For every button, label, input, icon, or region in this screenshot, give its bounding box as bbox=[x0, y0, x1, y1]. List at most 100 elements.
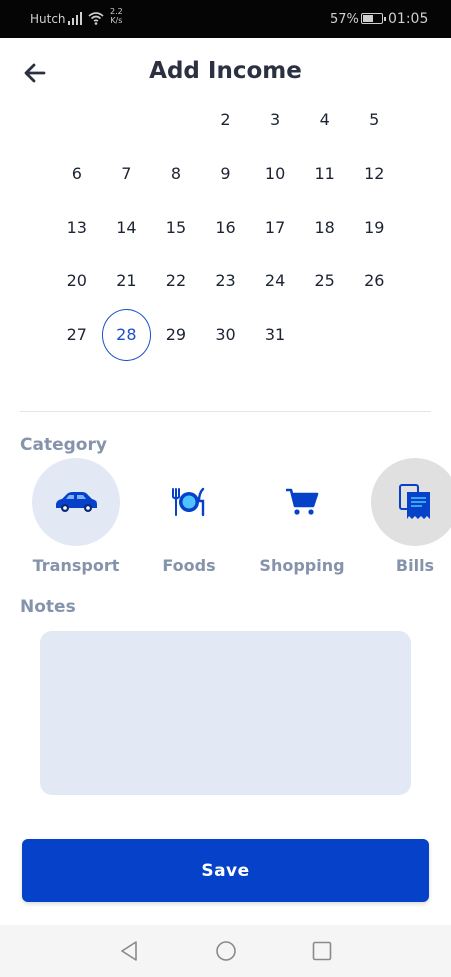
calendar-day-number: 11 bbox=[314, 164, 335, 184]
calendar-day[interactable]: 18 bbox=[300, 200, 350, 254]
calendar-day-number: 7 bbox=[121, 164, 132, 184]
category-transport[interactable]: Transport bbox=[16, 458, 136, 575]
category-bills[interactable]: Bills bbox=[355, 458, 451, 575]
calendar-day[interactable]: 4 bbox=[300, 93, 350, 147]
square-recents-icon[interactable] bbox=[310, 939, 334, 963]
calendar-day[interactable]: 11 bbox=[300, 147, 350, 201]
calendar-empty-cell bbox=[300, 308, 350, 362]
circle-home-icon[interactable] bbox=[214, 939, 238, 963]
calendar-day[interactable]: 30 bbox=[201, 308, 251, 362]
calendar-day-number: 1 bbox=[170, 109, 182, 129]
calendar-week-row: 20 21 22 23 24 25 26 bbox=[52, 254, 399, 308]
category-list: Transport Foods Shopping Bills bbox=[0, 458, 451, 578]
calendar-day[interactable]: 16 bbox=[201, 200, 251, 254]
calendar-week-row: 6 7 8 9 10 11 12 bbox=[52, 147, 399, 201]
calendar-day[interactable]: 19 bbox=[349, 200, 399, 254]
calendar-week-row: 27 28 29 30 31 bbox=[52, 308, 399, 362]
category-shopping[interactable]: Shopping bbox=[242, 458, 362, 575]
calendar-day-number: 12 bbox=[364, 164, 385, 184]
category-bills-circle bbox=[371, 458, 451, 546]
calendar-day-number: 28 bbox=[101, 308, 152, 361]
calendar-day[interactable]: 2 bbox=[201, 93, 251, 147]
network-speed-value: 2.2 bbox=[110, 7, 123, 16]
calendar-day-number: 22 bbox=[165, 271, 187, 291]
shopping-cart-icon bbox=[286, 488, 319, 515]
calendar-day[interactable]: 15 bbox=[151, 200, 201, 254]
calendar-day-number: 2 bbox=[220, 110, 231, 130]
calendar-day[interactable]: 7 bbox=[102, 147, 152, 201]
calendar-day-number: 27 bbox=[66, 325, 87, 345]
calendar-day-number: 6 bbox=[71, 164, 82, 184]
calendar-day[interactable]: 3 bbox=[250, 93, 300, 147]
calendar-day[interactable]: 25 bbox=[300, 254, 350, 308]
page-title: Add Income bbox=[149, 58, 302, 84]
calendar-day[interactable]: 10 bbox=[250, 147, 300, 201]
calendar-day-number: 9 bbox=[220, 164, 231, 184]
battery-icon bbox=[361, 13, 386, 24]
category-label: Category bbox=[20, 435, 107, 455]
calendar-day[interactable]: 31 bbox=[250, 308, 300, 362]
category-foods[interactable]: Foods bbox=[129, 458, 249, 575]
calendar-empty-cell bbox=[102, 93, 152, 147]
carrier-name: Hutch bbox=[30, 12, 66, 26]
calendar-day-number: 3 bbox=[270, 110, 281, 130]
plate-cutlery-icon bbox=[172, 487, 205, 517]
triangle-back-icon[interactable] bbox=[117, 939, 141, 963]
calendar-day[interactable]: 26 bbox=[349, 254, 399, 308]
notes-label: Notes bbox=[20, 597, 76, 617]
notes-input[interactable] bbox=[40, 631, 411, 795]
calendar-day[interactable]: 12 bbox=[349, 147, 399, 201]
calendar-empty-cell bbox=[52, 93, 102, 147]
network-speed: 2.2 K/s bbox=[110, 7, 123, 25]
calendar-day-number: 17 bbox=[264, 217, 286, 237]
calendar-day-number: 25 bbox=[314, 271, 335, 291]
status-bar: Hutch 2.2 K/s 57% 01:05 bbox=[0, 0, 451, 38]
calendar-day-number: 10 bbox=[264, 164, 286, 184]
calendar-day[interactable]: 5 bbox=[349, 93, 399, 147]
category-transport-circle bbox=[32, 458, 120, 546]
calendar-day-number: 4 bbox=[319, 110, 330, 130]
calendar-day-number: 14 bbox=[116, 217, 137, 237]
category-foods-circle bbox=[145, 458, 233, 546]
calendar-day-number: 29 bbox=[165, 325, 187, 345]
calendar-day-number: 30 bbox=[215, 325, 236, 345]
calendar-day[interactable]: 6 bbox=[52, 147, 102, 201]
battery-percent: 57% bbox=[330, 12, 359, 27]
calendar-day[interactable]: 29 bbox=[151, 308, 201, 362]
calendar-day-number: 20 bbox=[66, 271, 87, 291]
calendar-week-row: 13 14 15 16 17 18 19 bbox=[52, 200, 399, 254]
category-bills-label: Bills bbox=[395, 556, 435, 575]
save-button[interactable]: Save bbox=[22, 839, 429, 902]
category-foods-label: Foods bbox=[162, 556, 216, 575]
calendar-day[interactable]: 13 bbox=[52, 200, 102, 254]
calendar-day[interactable]: 23 bbox=[201, 254, 251, 308]
calendar-day[interactable]: 22 bbox=[151, 254, 201, 308]
calendar-day[interactable]: 17 bbox=[250, 200, 300, 254]
calendar-day[interactable]: 20 bbox=[52, 254, 102, 308]
calendar-day-number: 13 bbox=[66, 217, 87, 237]
calendar-day-number: 15 bbox=[165, 217, 187, 237]
calendar-day-number: 19 bbox=[364, 217, 385, 237]
car-icon bbox=[56, 492, 97, 512]
calendar-empty-cell bbox=[349, 308, 399, 362]
divider bbox=[20, 411, 431, 412]
system-nav-bar bbox=[0, 925, 451, 977]
network-speed-unit: K/s bbox=[110, 16, 123, 25]
clock: 01:05 bbox=[388, 11, 429, 27]
receipt-icon bbox=[399, 484, 430, 519]
calendar-day[interactable]: 1 bbox=[150, 83, 202, 147]
wifi-icon bbox=[88, 10, 104, 26]
calendar-day[interactable]: 21 bbox=[102, 254, 152, 308]
calendar-day-number: 21 bbox=[116, 271, 137, 291]
calendar-day[interactable]: 28 bbox=[101, 308, 152, 362]
calendar-day-number: 16 bbox=[215, 217, 236, 237]
calendar-day-number: 26 bbox=[364, 271, 385, 291]
calendar-day-number: 31 bbox=[264, 325, 286, 345]
calendar-day[interactable]: 24 bbox=[250, 254, 300, 308]
category-transport-label: Transport bbox=[32, 556, 120, 575]
calendar-day[interactable]: 9 bbox=[201, 147, 251, 201]
calendar-day-number: 23 bbox=[215, 271, 236, 291]
calendar-day[interactable]: 27 bbox=[52, 308, 102, 362]
calendar-day[interactable]: 14 bbox=[102, 200, 152, 254]
calendar-day[interactable]: 8 bbox=[151, 147, 201, 201]
